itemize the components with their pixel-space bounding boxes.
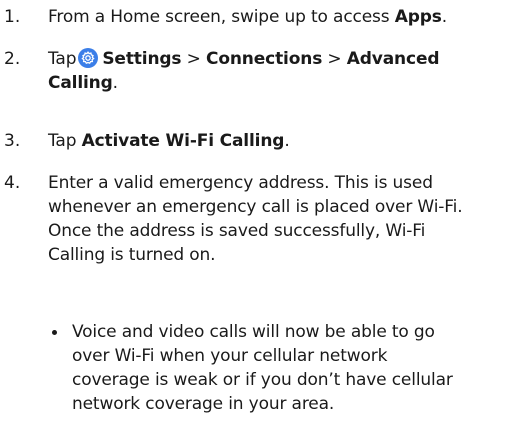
bullet-line: network coverage in your area. <box>72 394 335 414</box>
step-text: From a Home screen, swipe up to access A… <box>48 5 524 29</box>
bullet-line: Voice and video calls will now be able t… <box>72 322 435 342</box>
step-text-plain: Tap <box>48 131 82 151</box>
advanced-calling-label-part2: Calling <box>48 73 113 93</box>
bullet-line: coverage is weak or if you don’t have ce… <box>72 370 453 390</box>
step-text-plain: Tap <box>48 49 77 69</box>
settings-gear-icon <box>78 48 99 68</box>
step-line: whenever an emergency call is placed ove… <box>48 197 463 217</box>
bullet-text: Voice and video calls will now be able t… <box>72 320 522 416</box>
instructions-document: 1. From a Home screen, swipe up to acces… <box>0 0 526 430</box>
step-text: Tap Settings > Connections > Advanced Ca… <box>48 47 524 95</box>
separator: > <box>322 49 347 69</box>
advanced-calling-label-part1: Advanced <box>346 49 440 69</box>
step-number: 2. <box>4 49 21 69</box>
step-text-end: . <box>112 73 118 93</box>
step-number: 3. <box>4 131 21 151</box>
step-number: 1. <box>4 7 21 27</box>
bullet-dot <box>52 330 57 335</box>
step-line: Enter a valid emergency address. This is… <box>48 173 433 193</box>
separator: > <box>181 49 206 69</box>
bullet-line: over Wi-Fi when your cellular network <box>72 346 388 366</box>
apps-label: Apps <box>394 7 442 27</box>
step-text-plain: From a Home screen, swipe up to access <box>48 7 395 27</box>
step-text-end: . <box>284 131 290 151</box>
step-line: Once the address is saved successfully, … <box>48 221 426 241</box>
step-text: Tap Activate Wi-Fi Calling. <box>48 129 524 153</box>
settings-label: Settings <box>102 49 182 69</box>
step-text: Enter a valid emergency address. This is… <box>48 171 524 267</box>
step-number: 4. <box>4 173 21 193</box>
activate-wifi-calling-label: Activate Wi-Fi Calling <box>81 131 285 151</box>
connections-label: Connections <box>206 49 323 69</box>
step-line: Calling is turned on. <box>48 245 216 265</box>
step-text-end: . <box>441 7 447 27</box>
